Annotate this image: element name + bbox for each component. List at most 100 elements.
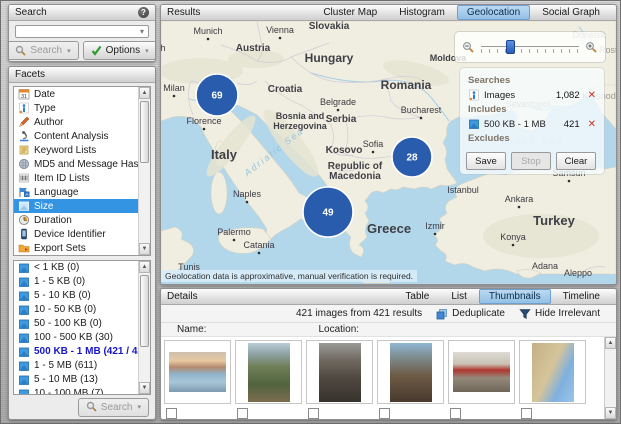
thumbnail-checkbox[interactable] — [308, 408, 319, 419]
facet-item-keyword-lists[interactable]: Keyword Lists — [14, 143, 150, 157]
facet-item-export-sets[interactable]: Export Sets — [14, 241, 150, 255]
facet-item-item-id-lists[interactable]: Item ID Lists — [14, 171, 150, 185]
hide-irrelevant-button[interactable]: Hide Irrelevant — [519, 308, 600, 320]
thumbnail-photo-narrow-alley-old-town[interactable] — [390, 343, 432, 402]
facet-item-date[interactable]: 31Date — [14, 87, 150, 101]
thumbnail-photo-cobbled-street-timber-houses[interactable] — [319, 343, 361, 402]
zoom-in-icon[interactable] — [585, 41, 598, 54]
facet-item-device-identifier[interactable]: Device Identifier — [14, 227, 150, 241]
criteria-count: 1,082 — [556, 90, 580, 101]
thumbnail-checkbox[interactable] — [166, 408, 177, 419]
map-label-palermo: Palermo — [217, 227, 251, 237]
size-value-list: < 1 KB (0)1 - 5 KB (0)5 - 10 KB (0)10 - … — [13, 260, 151, 395]
thumbnail-card-house-wall-flower-boxes[interactable] — [448, 340, 515, 404]
size-item-2[interactable]: 5 - 10 KB (0) — [14, 289, 150, 303]
thumbnail-photo-old-town-street-flowers[interactable] — [248, 343, 290, 402]
scroll-up-icon[interactable]: ▲ — [605, 337, 616, 349]
size-item-7[interactable]: 1 - 5 MB (611) — [14, 359, 150, 373]
facet-item-duration[interactable]: Duration — [14, 213, 150, 227]
search-input[interactable] — [16, 26, 136, 37]
size-item-1[interactable]: 1 - 5 KB (0) — [14, 275, 150, 289]
map-city-dot — [203, 128, 206, 131]
scroll-up-icon[interactable]: ▲ — [139, 261, 150, 273]
save-button[interactable]: Save — [466, 152, 506, 170]
size-list-scrollbar[interactable]: ▲▼ — [138, 261, 150, 394]
options-button[interactable]: Options▾ — [83, 41, 156, 60]
map-label-konya: Konya — [500, 232, 526, 242]
thumbnail-card-baroque-church-facade[interactable] — [519, 340, 586, 404]
check-icon — [91, 45, 103, 57]
tab-table[interactable]: Table — [395, 289, 439, 304]
facet-item-type[interactable]: Type — [14, 101, 150, 115]
size-item-8[interactable]: 5 - 10 MB (13) — [14, 373, 150, 387]
size-icon — [18, 388, 30, 395]
remove-criteria-icon[interactable]: ✕ — [588, 119, 596, 130]
thumbnail-checkbox[interactable] — [450, 408, 461, 419]
size-item-3[interactable]: 10 - 50 KB (0) — [14, 303, 150, 317]
search-combobox[interactable]: ▾ — [15, 25, 149, 38]
map-label-macedonia: Macedonia — [329, 171, 381, 182]
scroll-down-icon[interactable]: ▼ — [605, 407, 616, 419]
size-item-label: 10 - 100 MB (7) — [34, 388, 103, 395]
cluster-bubble-28[interactable]: 28 — [392, 137, 432, 177]
facet-item-size[interactable]: Size — [14, 199, 150, 213]
scroll-down-icon[interactable]: ▼ — [139, 382, 150, 394]
zoom-out-icon[interactable] — [462, 41, 475, 54]
criteria-row-500-kb-1-mb: 500 KB - 1 MB421✕ — [468, 117, 596, 131]
facet-item-label: Size — [34, 201, 53, 212]
size-item-5[interactable]: 100 - 500 KB (30) — [14, 331, 150, 345]
scroll-up-icon[interactable]: ▲ — [139, 87, 150, 99]
tab-geolocation[interactable]: Geolocation — [457, 5, 530, 20]
facet-item-label: Author — [34, 117, 63, 128]
tab-list[interactable]: List — [441, 289, 477, 304]
thumbnail-checkbox[interactable] — [521, 408, 532, 419]
tab-thumbnails[interactable]: Thumbnails — [479, 289, 551, 304]
zoom-thumb[interactable] — [506, 40, 515, 54]
stop-button[interactable]: Stop — [511, 152, 551, 170]
size-icon — [18, 374, 30, 386]
remove-criteria-icon[interactable]: ✕ — [588, 90, 596, 101]
duration-icon — [18, 214, 30, 226]
size-item-0[interactable]: < 1 KB (0) — [14, 261, 150, 275]
size-item-6[interactable]: 500 KB - 1 MB (421 / 421) — [14, 345, 150, 359]
facet-list-scrollbar[interactable]: ▲▼ — [138, 87, 150, 255]
thumbnail-photo-baroque-church-facade[interactable] — [532, 343, 574, 402]
thumbnail-card-seaside-sunset-landscape[interactable] — [164, 340, 231, 404]
details-scrollbar[interactable]: ▲ ▼ — [604, 337, 616, 419]
size-item-label: 50 - 100 KB (0) — [34, 318, 102, 329]
facet-item-language[interactable]: ALanguage — [14, 185, 150, 199]
search-criteria-overlay: Searches Images1,082✕ Includes 500 KB - … — [460, 68, 604, 174]
map-zoom-slider[interactable] — [455, 32, 605, 62]
thumbnail-photo-house-wall-flower-boxes[interactable] — [453, 352, 510, 392]
facet-item-content-analysis[interactable]: Content Analysis — [14, 129, 150, 143]
facet-list: 31DateType AuthorContent AnalysisKeyword … — [13, 86, 151, 256]
thumbnail-checkbox[interactable] — [379, 408, 390, 419]
facet-search-button[interactable]: Search▾ — [78, 398, 149, 417]
size-icon — [18, 360, 30, 372]
clear-button[interactable]: Clear — [556, 152, 596, 170]
facet-item-author[interactable]: Author — [14, 115, 150, 129]
thumbnail-checkbox[interactable] — [237, 408, 248, 419]
map-label-austria: Austria — [236, 43, 271, 54]
thumbnail-card-narrow-alley-old-town[interactable] — [377, 340, 444, 404]
cluster-bubble-49[interactable]: 49 — [303, 187, 353, 237]
thumbnail-card-cobbled-street-timber-houses[interactable] — [306, 340, 373, 404]
deduplicate-button[interactable]: Deduplicate — [436, 308, 505, 320]
thumbnail-card-old-town-street-flowers[interactable] — [235, 340, 302, 404]
tab-social-graph[interactable]: Social Graph — [532, 5, 610, 20]
size-item-4[interactable]: 50 - 100 KB (0) — [14, 317, 150, 331]
geolocation-map[interactable]: SlovakiaAustriaHungaryRomaniaCroatiaSerb… — [161, 21, 616, 284]
scroll-down-icon[interactable]: ▼ — [139, 243, 150, 255]
search-button[interactable]: Search▾ — [8, 41, 79, 60]
thumbnail-photo-seaside-sunset-landscape[interactable] — [169, 352, 226, 392]
tab-cluster-map[interactable]: Cluster Map — [313, 5, 387, 20]
cluster-bubble-69[interactable]: 69 — [196, 74, 238, 116]
details-view-tabs: TableListThumbnailsTimeline — [395, 289, 610, 304]
chevron-down-icon[interactable]: ▾ — [136, 27, 148, 36]
tab-histogram[interactable]: Histogram — [389, 5, 455, 20]
tab-timeline[interactable]: Timeline — [553, 289, 610, 304]
facet-item-md5-and-message-hash[interactable]: MD5 and Message Hash — [14, 157, 150, 171]
size-item-9[interactable]: 10 - 100 MB (7) — [14, 387, 150, 395]
help-icon[interactable]: ? — [138, 7, 149, 18]
zoom-track[interactable] — [481, 40, 579, 54]
